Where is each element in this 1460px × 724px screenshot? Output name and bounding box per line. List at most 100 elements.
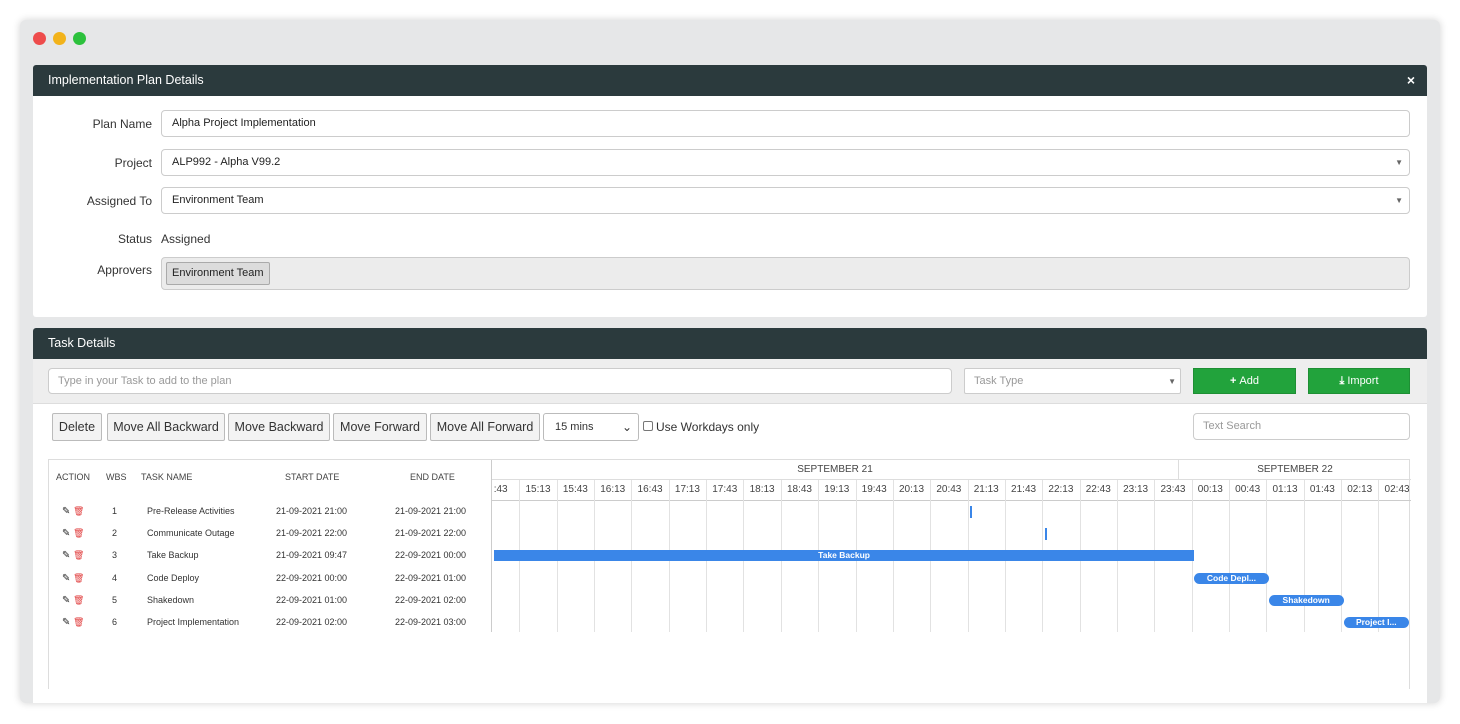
task-name[interactable]: Communicate Outage (147, 528, 235, 538)
task-name[interactable]: Project Implementation (147, 617, 239, 627)
chevron-down-icon: ⌄ (621, 420, 632, 434)
trash-icon[interactable]: 🗑 (73, 506, 84, 517)
approvers-row: Approvers Environment Team (33, 257, 1427, 291)
column-header-action[interactable]: ACTION (56, 472, 90, 482)
task-wbs: 2 (112, 528, 118, 539)
project-select-value: ALP992 - Alpha V99.2 (172, 156, 281, 168)
task-type-placeholder: Task Type (974, 375, 1024, 387)
task-details-title: Task Details (48, 336, 116, 350)
gantt-time-label: 18:13 (749, 484, 775, 495)
plus-icon: + (1229, 375, 1237, 387)
delete-button[interactable]: Delete (52, 413, 102, 441)
gantt-task-bar[interactable]: Project I... (1343, 617, 1409, 628)
gantt-month-label: SEPTEMBER 22 (1179, 460, 1411, 480)
gantt-time-label: 01:43 (1309, 484, 1335, 495)
dropdown-caret-icon: ▼ (1395, 196, 1403, 205)
task-end-date: 22-09-2021 03:00 (395, 617, 467, 627)
gantt-time-label: 19:13 (824, 484, 850, 495)
status-value: Assigned (161, 232, 211, 246)
gantt-time-label: 16:13 (600, 484, 626, 495)
gantt-time-label: 17:43 (712, 484, 738, 495)
interval-select[interactable]: 15 mins ⌄ (543, 413, 639, 441)
minimize-window-button[interactable] (53, 32, 66, 45)
task-name[interactable]: Pre-Release Activities (147, 506, 235, 516)
column-header-task-name[interactable]: TASK NAME (141, 472, 192, 482)
assigned-to-select-value: Environment Team (172, 194, 264, 206)
assigned-to-select[interactable]: Environment Team ▼ (161, 187, 1410, 214)
task-start-date: 22-09-2021 01:00 (276, 594, 348, 605)
gantt-task-bar[interactable]: Code Depl... (1194, 572, 1269, 584)
gantt-task-bar[interactable]: Shakedown (1268, 594, 1344, 606)
project-row: Project ALP992 - Alpha V99.2 ▼ (33, 149, 1427, 177)
gantt-time-label: 21:13 (973, 484, 999, 495)
task-details-header: Task Details (33, 328, 1427, 359)
gantt-time-label: 20:43 (936, 484, 962, 495)
gantt-time-label: 16:43 (637, 484, 663, 495)
move-forward-button[interactable]: Move Forward (333, 413, 427, 441)
gantt-milestone[interactable] (970, 506, 973, 518)
plan-name-input[interactable]: Alpha Project Implementation (161, 110, 1410, 137)
add-task-label: Add (1239, 375, 1259, 387)
task-start-date: 22-09-2021 00:00 (276, 572, 348, 583)
task-wbs: 3 (112, 550, 118, 561)
gantt-time-label: :43 (493, 484, 508, 495)
task-name[interactable]: Code Deploy (147, 573, 199, 583)
task-name[interactable]: Take Backup (147, 550, 199, 560)
column-header-end-date[interactable]: END DATE (410, 472, 455, 482)
gantt-month-label: SEPTEMBER 21 (492, 460, 1178, 480)
task-wbs: 5 (112, 594, 118, 605)
task-type-select[interactable]: Task Type ▼ (964, 368, 1181, 394)
assigned-to-row: Assigned To Environment Team ▼ (33, 187, 1427, 215)
edit-icon[interactable]: ✎ (62, 573, 70, 584)
edit-icon[interactable]: ✎ (62, 528, 70, 539)
gantt-time-label: 01:13 (1272, 484, 1298, 495)
gantt-time-label: 21:43 (1011, 484, 1037, 495)
task-end-date: 21-09-2021 21:00 (395, 506, 467, 516)
edit-icon[interactable]: ✎ (62, 595, 70, 606)
plan-details-header: Implementation Plan Details × (33, 65, 1427, 96)
close-window-button[interactable] (33, 32, 46, 45)
move-all-backward-button[interactable]: Move All Backward (107, 413, 225, 441)
project-label: Project (114, 156, 152, 170)
text-search-input[interactable]: Text Search (1193, 413, 1410, 440)
trash-icon[interactable]: 🗑 (73, 528, 84, 539)
gantt-grid-line (1266, 480, 1268, 632)
task-name[interactable]: Shakedown (147, 595, 194, 605)
gantt-scale-line (492, 500, 1411, 501)
workdays-checkbox[interactable] (643, 421, 653, 431)
plan-name-row: Plan Name Alpha Project Implementation (33, 110, 1427, 138)
gantt-task-bar[interactable]: Take Backup (494, 550, 1195, 562)
move-backward-button[interactable]: Move Backward (228, 413, 330, 441)
project-select[interactable]: ALP992 - Alpha V99.2 ▼ (161, 149, 1410, 176)
gantt-grid-line (1341, 480, 1343, 632)
import-button[interactable]: ⤓ Import (1308, 368, 1410, 394)
approvers-field[interactable]: Environment Team (161, 257, 1410, 290)
edit-icon[interactable]: ✎ (62, 617, 70, 628)
move-all-forward-button[interactable]: Move All Forward (430, 413, 540, 441)
edit-icon[interactable]: ✎ (62, 550, 70, 561)
trash-icon[interactable]: 🗑 (73, 595, 84, 606)
task-wbs: 1 (112, 506, 118, 516)
trash-icon[interactable]: 🗑 (73, 573, 84, 584)
gantt-milestone[interactable] (1044, 528, 1047, 541)
close-icon[interactable]: × (1407, 65, 1415, 96)
workdays-label[interactable]: Use Workdays only (656, 420, 759, 434)
dropdown-caret-icon: ▼ (1395, 158, 1403, 167)
gantt-time-label: 02:43 (1384, 484, 1410, 495)
gantt-time-label: 15:13 (525, 484, 551, 495)
import-label: Import (1347, 375, 1379, 387)
task-start-date: 21-09-2021 21:00 (276, 506, 348, 516)
plan-name-label: Plan Name (92, 117, 152, 131)
maximize-window-button[interactable] (73, 32, 86, 45)
column-header-wbs[interactable]: WBS (106, 472, 127, 482)
edit-icon[interactable]: ✎ (62, 506, 70, 517)
approver-chip[interactable]: Environment Team (166, 262, 270, 285)
plan-details-panel: Implementation Plan Details × Plan Name … (33, 65, 1427, 317)
column-header-start-date[interactable]: START DATE (285, 472, 339, 482)
trash-icon[interactable]: 🗑 (73, 617, 84, 628)
plan-details-title: Implementation Plan Details (48, 73, 204, 87)
add-task-button[interactable]: + Add (1193, 368, 1296, 394)
gantt-time-label: 17:13 (674, 484, 700, 495)
trash-icon[interactable]: 🗑 (73, 550, 84, 561)
task-input[interactable]: Type in your Task to add to the plan (48, 368, 952, 394)
